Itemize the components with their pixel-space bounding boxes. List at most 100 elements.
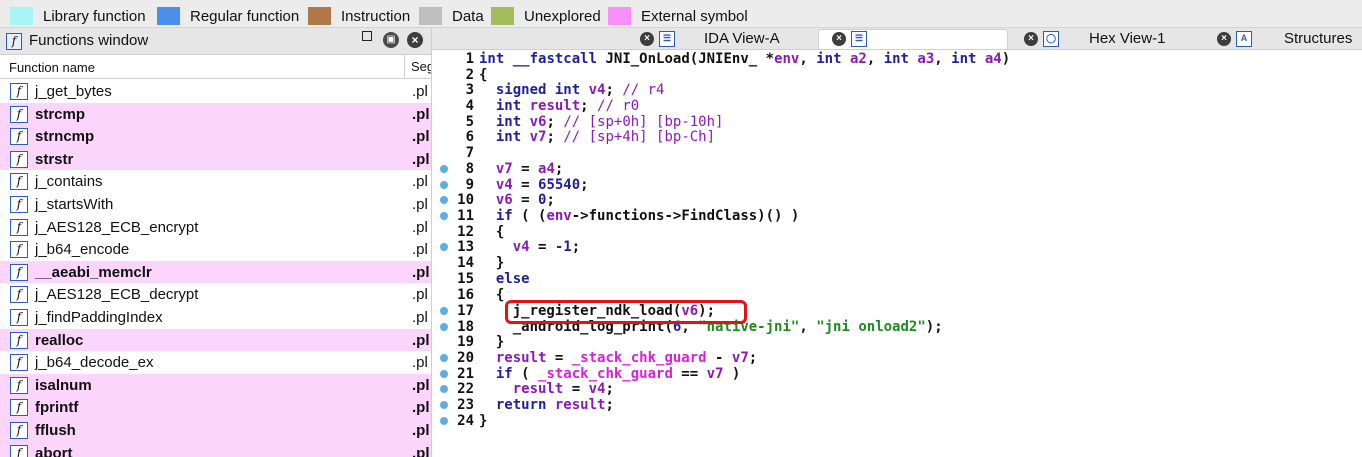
- functions-window-titlebar[interactable]: f Functions window ▣ ×: [0, 28, 431, 55]
- function-segment: .pl: [412, 354, 428, 372]
- code-line[interactable]: 1 int __fastcall JNI_OnLoad(JNIEnv_ *env,…: [432, 51, 1362, 67]
- function-row[interactable]: f isalnum .pl: [0, 373, 431, 397]
- breakpoint-dot-icon[interactable]: [440, 401, 448, 409]
- close-tab-icon[interactable]: ×: [1217, 32, 1231, 46]
- breakpoint-dot-icon[interactable]: [440, 307, 448, 315]
- legend-label: External symbol: [641, 7, 748, 25]
- function-row[interactable]: f strncmp .pl: [0, 125, 431, 148]
- code-line[interactable]: 12 {: [432, 224, 1362, 240]
- function-row[interactable]: f j_b64_decode_ex .pl: [0, 351, 431, 374]
- function-segment: .pl: [412, 421, 430, 439]
- code-line[interactable]: 18 _android_log_print(6, "native-jni", "…: [432, 319, 1362, 335]
- tab-pseudocode[interactable]: × ☰: [818, 28, 1008, 50]
- tab-ida-view-a[interactable]: × ☰ IDA View-A: [632, 28, 822, 50]
- code-text: signed int v4; // r4: [495, 82, 665, 98]
- code-line[interactable]: 23 return result;: [432, 397, 1362, 413]
- active-tab-background: [818, 29, 1008, 49]
- line-number: 7: [465, 145, 474, 161]
- code-line[interactable]: 5 int v6; // [sp+0h] [bp-10h]: [432, 114, 1362, 130]
- function-icon: f: [10, 376, 28, 394]
- function-row[interactable]: f strstr .pl: [0, 147, 431, 171]
- tab-structures[interactable]: × A Structures: [1209, 28, 1362, 50]
- function-icon: f: [10, 354, 28, 372]
- breakpoint-dot-icon[interactable]: [440, 181, 448, 189]
- function-row[interactable]: f j_contains .pl: [0, 170, 431, 193]
- function-row[interactable]: f j_b64_encode .pl: [0, 238, 431, 261]
- code-line[interactable]: 14 }: [432, 255, 1362, 271]
- code-line[interactable]: 22 result = v4;: [432, 381, 1362, 397]
- code-line[interactable]: 15 else: [432, 271, 1362, 287]
- code-text: if ( _stack_chk_guard == v7 ): [495, 366, 741, 382]
- line-number: 23: [457, 397, 474, 413]
- code-line[interactable]: 10 v6 = 0;: [432, 192, 1362, 208]
- code-line[interactable]: 21 if ( _stack_chk_guard == v7 ): [432, 366, 1362, 382]
- line-number: 9: [465, 177, 474, 193]
- code-line[interactable]: 20 result = _stack_chk_guard - v7;: [432, 350, 1362, 366]
- function-row[interactable]: f fflush .pl: [0, 418, 431, 442]
- code-line[interactable]: 3 signed int v4; // r4: [432, 82, 1362, 98]
- code-line[interactable]: 11 if ( (env->functions->FindClass)() ): [432, 208, 1362, 224]
- function-icon: f: [6, 33, 22, 50]
- breakpoint-dot-icon[interactable]: [440, 385, 448, 393]
- breakpoint-dot-icon[interactable]: [440, 417, 448, 425]
- code-line[interactable]: 17 j_register_ndk_load(v6);: [432, 303, 1362, 319]
- close-tab-icon[interactable]: ×: [640, 32, 654, 46]
- code-text: v4 = 65540;: [495, 177, 589, 193]
- code-line[interactable]: 13 v4 = -1;: [432, 239, 1362, 255]
- code-line[interactable]: 9 v4 = 65540;: [432, 177, 1362, 193]
- function-icon: f: [10, 128, 28, 146]
- tab-hex-view-1[interactable]: × ◯ Hex View-1: [1016, 28, 1206, 50]
- function-row[interactable]: f strcmp .pl: [0, 102, 431, 126]
- function-row[interactable]: f abort .pl: [0, 441, 431, 457]
- function-row[interactable]: f fprintf .pl: [0, 396, 431, 419]
- code-text: return result;: [495, 397, 614, 413]
- function-row[interactable]: f j_findPaddingIndex .pl: [0, 306, 431, 329]
- breakpoint-dot-icon[interactable]: [440, 165, 448, 173]
- code-line[interactable]: 8 v7 = a4;: [432, 161, 1362, 177]
- close-icon[interactable]: ×: [407, 32, 423, 48]
- function-segment: .pl: [412, 263, 430, 281]
- close-tab-icon[interactable]: ×: [1024, 32, 1038, 46]
- code-line[interactable]: 6 int v7; // [sp+4h] [bp-Ch]: [432, 129, 1362, 145]
- function-row[interactable]: f j_startsWith .pl: [0, 193, 431, 216]
- line-number: 19: [457, 334, 474, 350]
- legend-unexplored: Unexplored: [491, 7, 601, 25]
- breakpoint-dot-icon[interactable]: [440, 212, 448, 220]
- line-number: 11: [457, 208, 474, 224]
- function-segment: .pl: [412, 173, 428, 191]
- breakpoint-dot-icon[interactable]: [440, 370, 448, 378]
- code-line[interactable]: 2{: [432, 67, 1362, 83]
- code-text: if ( (env->functions->FindClass)() ): [495, 208, 800, 224]
- code-line[interactable]: 19 }: [432, 334, 1362, 350]
- column-header-segment[interactable]: Seg: [404, 55, 431, 79]
- code-line[interactable]: 24}: [432, 413, 1362, 429]
- breakpoint-dot-icon[interactable]: [440, 243, 448, 251]
- function-row[interactable]: f __aeabi_memclr .pl: [0, 260, 431, 284]
- breakpoint-dot-icon[interactable]: [440, 323, 448, 331]
- function-row[interactable]: f realloc .pl: [0, 328, 431, 352]
- code-line[interactable]: 7: [432, 145, 1362, 161]
- code-line[interactable]: 4 int result; // r0: [432, 98, 1362, 114]
- float-window-icon[interactable]: ▣: [383, 32, 399, 48]
- breakpoint-dot-icon[interactable]: [440, 354, 448, 362]
- function-name: j_findPaddingIndex: [35, 308, 163, 326]
- legend-swatch: [10, 7, 33, 25]
- function-name: __aeabi_memclr: [35, 263, 152, 281]
- function-name: strncmp: [35, 128, 95, 146]
- disassembly-icon: ☰: [659, 31, 675, 47]
- close-tab-icon[interactable]: ×: [832, 32, 846, 46]
- code-text: }: [479, 255, 505, 271]
- function-row[interactable]: f j_AES128_ECB_decrypt .pl: [0, 283, 431, 306]
- functions-table-header: Function name Seg: [0, 55, 431, 79]
- function-segment: .pl: [412, 286, 428, 304]
- function-name: fprintf: [35, 399, 79, 417]
- line-number: 17: [457, 303, 474, 319]
- column-header-function-name[interactable]: Function name: [9, 60, 95, 75]
- function-row[interactable]: f j_get_bytes .pl: [0, 80, 431, 103]
- function-row[interactable]: f j_AES128_ECB_encrypt .pl: [0, 216, 431, 239]
- function-segment: .pl: [412, 105, 430, 123]
- breakpoint-dot-icon[interactable]: [440, 196, 448, 204]
- pseudocode-view[interactable]: 1 int __fastcall JNI_OnLoad(JNIEnv_ *env,…: [432, 51, 1362, 457]
- maximize-icon[interactable]: [362, 31, 372, 41]
- code-line[interactable]: 16 {: [432, 287, 1362, 303]
